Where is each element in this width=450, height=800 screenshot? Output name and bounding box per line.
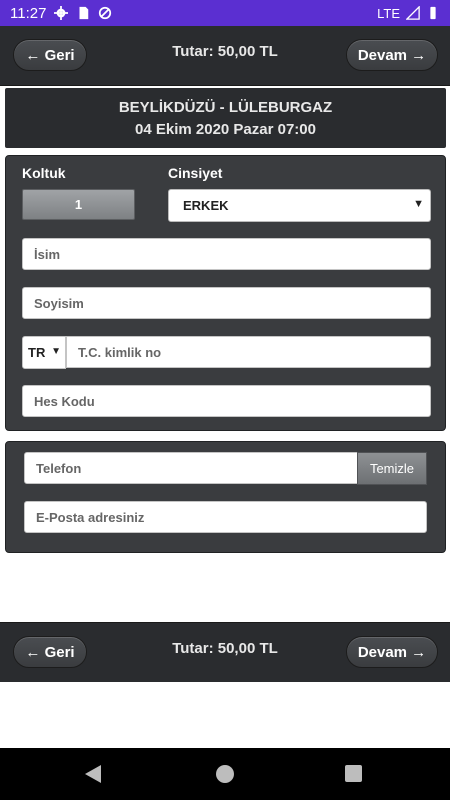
- system-nav-bar: [0, 748, 450, 800]
- signal-icon: [406, 6, 420, 20]
- bottom-bar: ← Geri Tutar: 50,00 TL Devam →: [0, 622, 450, 682]
- top-bar: ← Geri Tutar: 50,00 TL Devam →: [0, 26, 450, 86]
- seat-number: 1: [22, 189, 135, 220]
- last-name-input[interactable]: Soyisim: [22, 287, 431, 319]
- battery-icon: [430, 6, 436, 20]
- continue-button[interactable]: Devam →: [346, 636, 438, 668]
- network-label: LTE: [377, 5, 400, 21]
- nav-recents-icon[interactable]: [345, 765, 362, 782]
- gender-value: ERKEK: [183, 198, 229, 213]
- gender-label: Cinsiyet: [168, 165, 223, 181]
- tc-id-input[interactable]: T.C. kimlik no: [66, 336, 431, 368]
- dropdown-arrow-icon: ▼: [413, 198, 424, 210]
- data-saver-icon: [99, 6, 112, 20]
- seat-label: Koltuk: [22, 165, 66, 181]
- email-input[interactable]: E-Posta adresiniz: [24, 501, 427, 533]
- sd-card-icon: [79, 6, 89, 20]
- nav-back-icon[interactable]: [85, 765, 101, 783]
- nav-home-icon[interactable]: [216, 765, 234, 783]
- phone-input[interactable]: Telefon: [24, 452, 358, 484]
- continue-button[interactable]: Devam →: [346, 39, 438, 71]
- route-header: BEYLİKDÜZÜ - LÜLEBURGAZ 04 Ekim 2020 Paz…: [5, 88, 446, 148]
- status-bar: 11:27 LTE: [0, 0, 450, 26]
- gender-select[interactable]: ERKEK ▼: [168, 189, 431, 222]
- passenger-panel: Koltuk Cinsiyet 1 ERKEK ▼ İsim Soyisim T…: [5, 155, 446, 431]
- dropdown-arrow-icon: ▼: [51, 346, 61, 357]
- country-code-value: TR: [28, 345, 46, 360]
- first-name-input[interactable]: İsim: [22, 238, 431, 270]
- settings-icon: [54, 6, 69, 20]
- country-code-select[interactable]: TR ▼: [22, 336, 66, 369]
- contact-panel: Telefon Temizle E-Posta adresiniz: [5, 441, 446, 553]
- hes-code-input[interactable]: Hes Kodu: [22, 385, 431, 417]
- departure-datetime: 04 Ekim 2020 Pazar 07:00: [135, 121, 316, 138]
- clear-button[interactable]: Temizle: [357, 452, 427, 485]
- route-name: BEYLİKDÜZÜ - LÜLEBURGAZ: [118, 99, 333, 116]
- clock: 11:27: [10, 4, 47, 22]
